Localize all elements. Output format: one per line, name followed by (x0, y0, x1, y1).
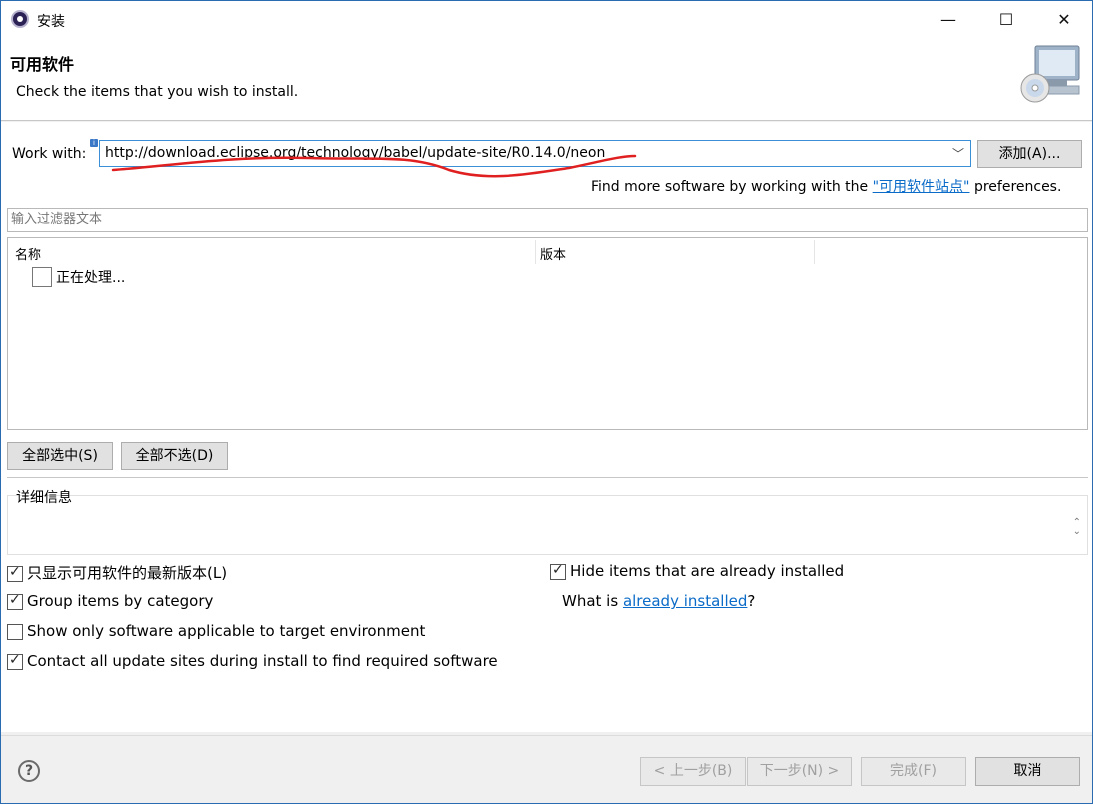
finish-button[interactable]: 完成(F) (861, 757, 966, 786)
target-env-label[interactable]: Show only software applicable to target … (27, 622, 425, 640)
hide-installed-option[interactable]: Hide items that are already installed (550, 562, 844, 580)
window-title: 安装 (37, 14, 65, 30)
what-is-installed-text: What is already installed? (562, 592, 755, 610)
select-all-button[interactable]: 全部选中(S) (7, 442, 113, 470)
chevron-down-icon[interactable]: ﹀ (952, 145, 964, 162)
details-panel: ⌃ ⌄ (7, 495, 1088, 555)
page-title: 可用软件 (10, 55, 75, 74)
info-icon: i (90, 139, 98, 147)
divider (7, 477, 1088, 478)
more-software-suffix: preferences. (969, 179, 1062, 195)
deselect-all-button[interactable]: 全部不选(D) (121, 442, 228, 470)
hide-installed-checkbox[interactable] (550, 562, 566, 580)
install-computer-icon (1020, 45, 1080, 103)
contact-sites-checkbox[interactable] (7, 652, 23, 670)
already-installed-link[interactable]: already installed (623, 592, 747, 610)
next-button[interactable]: 下一步(N) > (747, 757, 852, 786)
page-description: Check the items that you wish to install… (16, 84, 299, 100)
close-button[interactable]: ✕ (1035, 1, 1093, 38)
hide-installed-label[interactable]: Hide items that are already installed (570, 562, 844, 580)
tree-row-checkbox[interactable] (32, 267, 52, 287)
group-by-category-checkbox[interactable] (7, 592, 23, 610)
contact-sites-label[interactable]: Contact all update sites during install … (27, 652, 498, 670)
more-software-hint: Find more software by working with the "… (591, 176, 1061, 196)
add-site-button[interactable]: 添加(A)... (977, 140, 1082, 168)
cancel-button[interactable]: 取消 (975, 757, 1080, 786)
minimize-button[interactable]: — (919, 1, 977, 38)
install-dialog: 安装 — ☐ ✕ 可用软件 Check the items that you w… (0, 0, 1093, 804)
latest-versions-option[interactable]: 只显示可用软件的最新版本(L) (7, 562, 227, 583)
available-sites-link[interactable]: "可用软件站点" (873, 179, 970, 195)
red-underline-annotation (111, 154, 637, 178)
more-software-prefix: Find more software by working with the (591, 179, 873, 195)
filter-input[interactable]: 输入过滤器文本 (7, 208, 1088, 232)
group-by-category-label[interactable]: Group items by category (27, 592, 213, 610)
what-is-prefix: What is (562, 592, 623, 610)
scroll-arrows-icon[interactable]: ⌃ ⌄ (1073, 518, 1081, 537)
what-is-suffix: ? (747, 592, 756, 610)
group-by-category-option[interactable]: Group items by category (7, 592, 213, 610)
button-bar: ? < 上一步(B) 下一步(N) > 完成(F) 取消 (1, 735, 1092, 803)
contact-sites-option[interactable]: Contact all update sites during install … (7, 652, 498, 670)
tree-row[interactable]: 正在处理... (32, 267, 125, 287)
main-panel: Work with: i http://download.eclipse.org… (1, 122, 1092, 732)
tree-row-label: 正在处理... (56, 270, 126, 286)
column-separator[interactable] (535, 240, 536, 264)
column-header-version[interactable]: 版本 (540, 244, 566, 263)
target-env-option[interactable]: Show only software applicable to target … (7, 622, 425, 640)
column-separator[interactable] (814, 240, 815, 264)
eclipse-icon (11, 10, 29, 28)
wizard-header: 可用软件 Check the items that you wish to in… (1, 38, 1092, 121)
back-button[interactable]: < 上一步(B) (640, 757, 746, 786)
help-icon[interactable]: ? (18, 760, 40, 782)
latest-versions-checkbox[interactable] (7, 564, 23, 582)
software-tree[interactable]: 名称 版本 正在处理... (7, 237, 1088, 430)
column-header-name[interactable]: 名称 (15, 244, 41, 263)
latest-versions-label[interactable]: 只显示可用软件的最新版本(L) (27, 564, 227, 582)
work-with-label: Work with: (12, 146, 87, 162)
maximize-button[interactable]: ☐ (977, 1, 1035, 38)
details-label: 详细信息 (16, 490, 72, 506)
title-bar: 安装 — ☐ ✕ (1, 1, 1092, 38)
target-env-checkbox[interactable] (7, 623, 23, 640)
